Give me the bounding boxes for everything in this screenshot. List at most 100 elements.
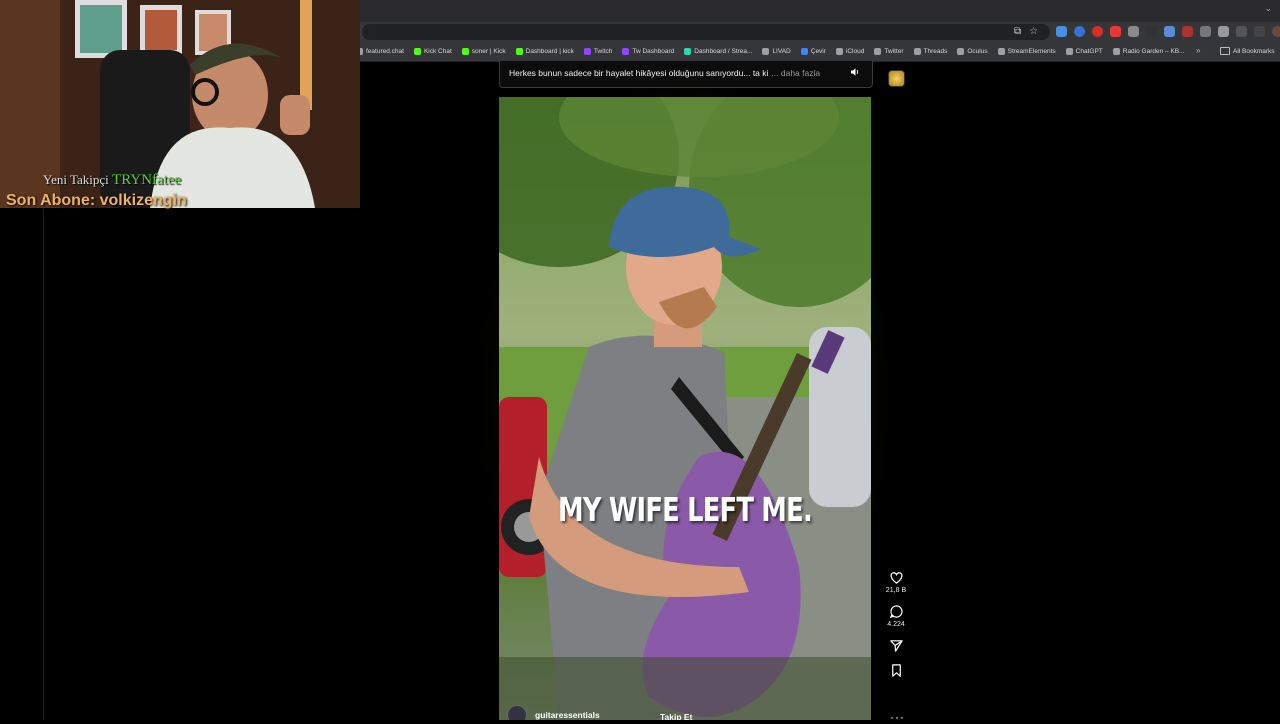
profile-avatar[interactable] bbox=[888, 70, 905, 87]
bookmark-item[interactable]: ChatGPT bbox=[1065, 48, 1103, 55]
bookmark-favicon-icon bbox=[622, 48, 630, 55]
bookmark-label: Kick Chat bbox=[423, 48, 452, 55]
bookmark-icon[interactable] bbox=[889, 663, 904, 678]
video-frame bbox=[499, 97, 871, 720]
bookmark-label: Tw Dashboard bbox=[632, 48, 675, 55]
like-count: 21,8 B bbox=[885, 587, 907, 594]
extension-icon[interactable] bbox=[1074, 26, 1085, 37]
bookmark-favicon-icon bbox=[957, 48, 965, 55]
bookmark-item[interactable]: Tw Dashboard bbox=[622, 48, 674, 55]
bookmark-item[interactable]: Radio Garden – KB... bbox=[1112, 48, 1185, 55]
bookmark-item[interactable]: Dashboard / Strea... bbox=[684, 48, 752, 55]
install-app-icon[interactable]: ⧉ bbox=[1014, 26, 1021, 38]
comment-icon[interactable] bbox=[889, 604, 904, 619]
share-action[interactable] bbox=[884, 638, 908, 653]
bookmark-label: Oculus bbox=[967, 48, 988, 55]
bookmark-label: Dashboard / Strea... bbox=[694, 48, 753, 55]
new-follower-alert: Yeni Takipçi TRYNfatee bbox=[43, 172, 181, 189]
bookmark-favicon-icon bbox=[413, 48, 421, 55]
extension-icon[interactable] bbox=[1200, 26, 1211, 37]
extension-icon[interactable] bbox=[1164, 26, 1175, 37]
bookmark-favicon-icon bbox=[800, 48, 808, 55]
bookmark-item[interactable]: LIVAD bbox=[762, 48, 791, 55]
comment-count: 4.224 bbox=[887, 621, 905, 628]
bookmark-favicon-icon bbox=[684, 48, 692, 55]
bookmark-item[interactable]: Oculus bbox=[957, 48, 988, 55]
bookmark-item[interactable]: Threads bbox=[913, 48, 948, 55]
save-action[interactable] bbox=[884, 663, 908, 678]
account-info[interactable]: guitaressentials bbox=[507, 705, 600, 720]
follow-button[interactable]: Takip Et bbox=[660, 712, 692, 720]
address-bar[interactable] bbox=[362, 24, 1050, 40]
bookmark-favicon-icon bbox=[1112, 48, 1120, 55]
bookmark-label: Twitch bbox=[593, 48, 613, 55]
reel-video[interactable]: MY WIFE LEFT ME. guitaressentials Takip … bbox=[499, 97, 871, 720]
bookmark-label: StreamElements bbox=[1007, 48, 1056, 55]
video-subtitle: MY WIFE LEFT ME. bbox=[558, 490, 813, 529]
bookmark-favicon-icon bbox=[997, 48, 1005, 55]
bookmark-item[interactable]: Twitch bbox=[583, 48, 613, 55]
bookmark-item[interactable]: soner | Kick bbox=[461, 48, 506, 55]
bookmark-item[interactable]: StreamElements bbox=[997, 48, 1056, 55]
more-options-icon[interactable]: ··· bbox=[890, 710, 905, 724]
bookmark-favicon-icon bbox=[461, 48, 469, 55]
bookmark-label: featured.chat bbox=[366, 48, 404, 55]
bookmarks-overflow-button[interactable]: » bbox=[1196, 46, 1200, 55]
bookmark-star-icon[interactable]: ☆ bbox=[1029, 26, 1038, 38]
extension-icon[interactable] bbox=[1146, 26, 1157, 37]
like-action[interactable]: 21,8 B bbox=[884, 570, 908, 594]
extension-icon[interactable] bbox=[1182, 26, 1193, 37]
extension-icon[interactable] bbox=[1092, 26, 1103, 37]
chevron-down-icon[interactable]: ⌄ bbox=[1264, 3, 1272, 14]
caption-text: Herkes bunun sadece bir hayalet hikâyesi… bbox=[509, 68, 820, 78]
folder-icon bbox=[1220, 47, 1230, 55]
caption-panel[interactable]: Herkes bunun sadece bir hayalet hikâyesi… bbox=[499, 61, 873, 88]
bookmark-label: Threads bbox=[923, 48, 948, 55]
bookmark-label: Dashboard | kick bbox=[525, 48, 574, 55]
follower-name: TRYNfatee bbox=[112, 172, 182, 188]
bookmark-favicon-icon bbox=[874, 48, 882, 55]
account-avatar[interactable] bbox=[507, 705, 527, 720]
bookmark-item[interactable]: Çevir bbox=[800, 48, 826, 55]
bookmark-favicon-icon bbox=[835, 48, 843, 55]
bookmark-favicon-icon bbox=[913, 48, 921, 55]
extension-icon[interactable] bbox=[1254, 26, 1265, 37]
comment-action[interactable]: 4.224 bbox=[884, 604, 908, 628]
extension-icon[interactable] bbox=[1110, 26, 1121, 37]
bookmark-favicon-icon bbox=[515, 48, 523, 55]
see-more-link[interactable]: ... daha fazla bbox=[771, 68, 820, 78]
bookmark-item[interactable]: featured.chat bbox=[356, 48, 404, 55]
bookmark-favicon-icon bbox=[1065, 48, 1073, 55]
reel-actions: 21,8 B 4.224 bbox=[884, 570, 908, 688]
bookmark-item[interactable]: Twitter bbox=[874, 48, 904, 55]
address-bar-actions: ⧉ ☆ bbox=[1014, 26, 1038, 38]
follower-label: Yeni Takipçi bbox=[43, 172, 109, 187]
bookmark-label: iCloud bbox=[845, 48, 865, 55]
profile-avatar[interactable] bbox=[1272, 26, 1280, 37]
account-name[interactable]: guitaressentials bbox=[535, 710, 600, 720]
bookmark-label: soner | Kick bbox=[471, 48, 506, 55]
bookmark-favicon-icon bbox=[762, 48, 770, 55]
send-icon[interactable] bbox=[889, 638, 904, 653]
bookmark-label: Çevir bbox=[810, 48, 826, 55]
divider bbox=[43, 208, 44, 720]
extension-icon[interactable] bbox=[1236, 26, 1247, 37]
bookmark-item[interactable]: iCloud bbox=[835, 48, 865, 55]
bookmark-label: Radio Garden – KB... bbox=[1122, 48, 1185, 55]
bookmark-label: LIVAD bbox=[772, 48, 791, 55]
bookmark-item[interactable]: Kick Chat bbox=[413, 48, 452, 55]
bookmarks-list: featured.chat Kick Chat soner | Kick Dashbo… bbox=[356, 42, 1185, 61]
extension-icon[interactable] bbox=[1128, 26, 1139, 37]
bookmark-label: Twitter bbox=[884, 48, 904, 55]
extension-icons: ⋮ bbox=[1056, 26, 1280, 37]
heart-icon[interactable] bbox=[889, 570, 904, 585]
extension-icon[interactable] bbox=[1056, 26, 1067, 37]
bookmark-favicon-icon bbox=[583, 48, 591, 55]
all-bookmarks-label: All Bookmarks bbox=[1233, 47, 1275, 55]
volume-icon[interactable] bbox=[850, 67, 860, 77]
last-subscriber-alert: Son Abone: volkizengin bbox=[6, 192, 187, 209]
bookmark-item[interactable]: Dashboard | kick bbox=[515, 48, 574, 55]
puzzle-icon[interactable] bbox=[1218, 26, 1229, 37]
all-bookmarks-button[interactable]: All Bookmarks bbox=[1220, 47, 1275, 55]
bookmark-label: ChatGPT bbox=[1075, 48, 1103, 55]
